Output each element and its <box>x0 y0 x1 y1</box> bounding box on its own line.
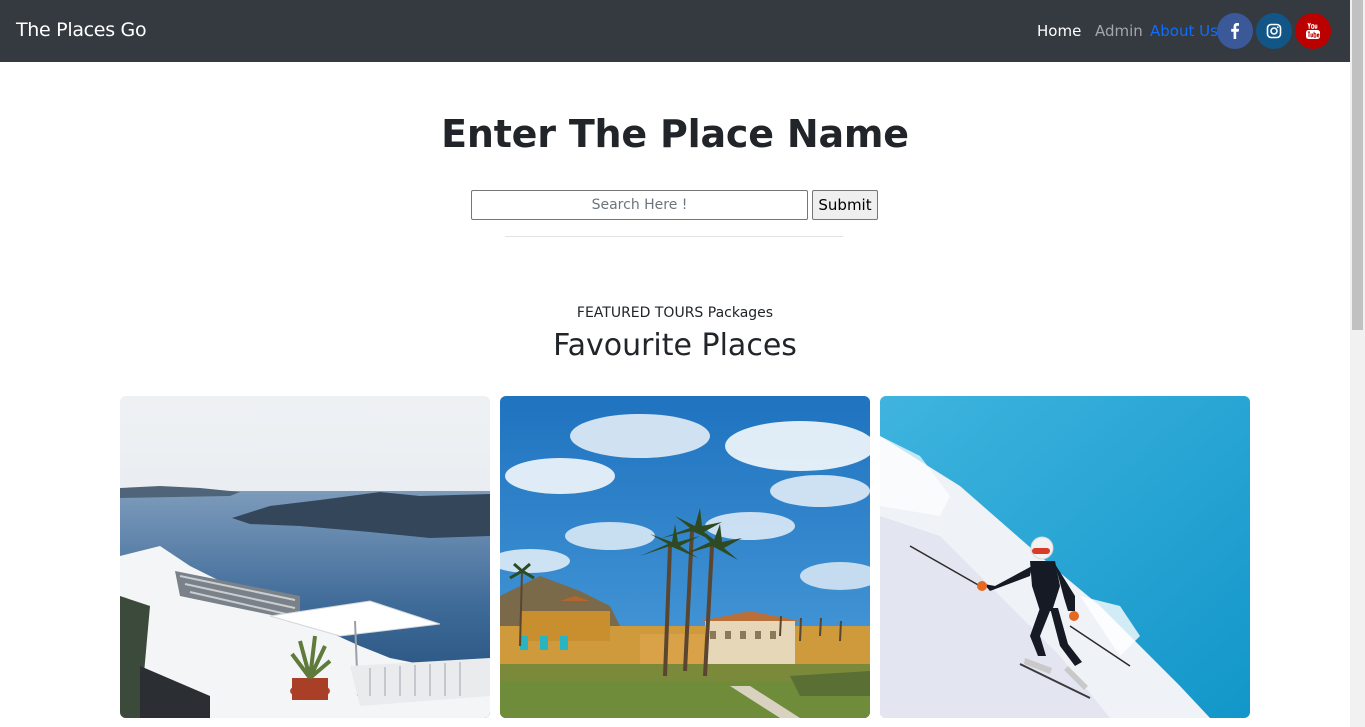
place-card-2-caption <box>500 720 870 727</box>
facebook-icon <box>1231 23 1239 39</box>
search-input[interactable] <box>471 190 808 220</box>
place-card-1-caption <box>120 720 490 727</box>
submit-button[interactable]: Submit <box>812 190 878 220</box>
nav-admin-link[interactable]: Admin <box>1095 22 1143 40</box>
brand-logo-link[interactable]: The Places Go <box>16 19 147 41</box>
scrollbar-thumb[interactable] <box>1352 0 1363 330</box>
search-title: Enter The Place Name <box>441 112 909 156</box>
santorini-seaside-photo <box>120 396 490 718</box>
youtube-icon <box>1306 22 1320 39</box>
nav-home-link[interactable]: Home <box>1037 22 1081 40</box>
instagram-button[interactable] <box>1256 13 1292 49</box>
place-card-1[interactable] <box>120 396 490 718</box>
facebook-button[interactable] <box>1217 13 1253 49</box>
page-scrollbar[interactable] <box>1350 0 1365 727</box>
palm-resort-photo <box>500 396 870 718</box>
place-card-3-caption <box>880 720 1250 727</box>
featured-eyebrow: FEATURED TOURS Packages <box>576 305 774 321</box>
search-divider <box>505 236 843 237</box>
nav-about-link[interactable]: About Us <box>1150 22 1218 40</box>
place-card-3[interactable] <box>880 396 1250 718</box>
instagram-icon <box>1266 23 1282 39</box>
youtube-button[interactable] <box>1295 13 1331 49</box>
place-card-2[interactable] <box>500 396 870 718</box>
featured-title: Favourite Places <box>553 328 797 363</box>
skier-slope-photo <box>880 396 1250 718</box>
top-navbar: The Places Go Home Admin About Us <box>0 0 1350 62</box>
